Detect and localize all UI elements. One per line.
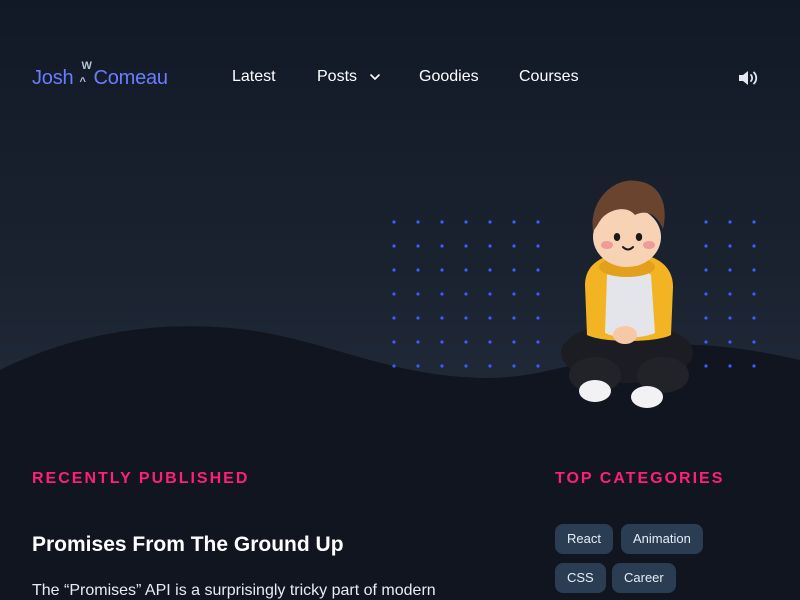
tag-career[interactable]: Career [612,563,676,593]
pattern-dot [536,292,540,296]
pattern-dot [512,340,516,344]
pattern-dot [392,340,396,344]
nav-goodies-label: Goodies [419,68,479,85]
pattern-dot [464,292,468,296]
pattern-dot [416,244,420,248]
pattern-dot [464,340,468,344]
pattern-dot [440,364,444,368]
top-categories-heading: TOP CATEGORIES [555,470,725,487]
pattern-dot [392,244,396,248]
pattern-dot [464,244,468,248]
pattern-dot [440,220,444,224]
pattern-dot [752,364,756,368]
pattern-dot [440,268,444,272]
pattern-dot [392,316,396,320]
pattern-dot [752,316,756,320]
nav-posts[interactable]: Posts [317,68,381,86]
pattern-dot [488,220,492,224]
pattern-dot [464,268,468,272]
pattern-dot [728,292,732,296]
tag-css[interactable]: CSS [555,563,606,593]
pattern-dot [752,340,756,344]
nav-courses[interactable]: Courses [519,68,579,86]
pattern-dot [488,364,492,368]
pattern-dot [488,268,492,272]
pattern-dot [536,268,540,272]
pattern-dot [416,364,420,368]
pattern-dot [416,292,420,296]
pattern-dot [488,340,492,344]
pattern-dot [440,244,444,248]
pattern-dot [536,244,540,248]
pattern-dot [752,292,756,296]
pattern-dot [536,364,540,368]
pattern-dot [728,244,732,248]
pattern-dot [392,364,396,368]
nav-posts-label: Posts [317,68,358,85]
sound-toggle-button[interactable] [736,66,760,90]
pattern-dot [752,268,756,272]
pattern-dot [512,268,516,272]
chevron-down-icon [370,74,380,80]
nav-goodies[interactable]: Goodies [419,68,479,86]
pattern-dot [536,340,540,344]
pattern-dot [512,316,516,320]
post-title-link[interactable]: Promises From The Ground Up [32,533,344,557]
pattern-dot [440,316,444,320]
pattern-dot [488,316,492,320]
post-excerpt: The “Promises” API is a surprisingly tri… [32,582,436,599]
tag-react[interactable]: React [555,524,613,554]
nav-latest-label: Latest [232,68,276,85]
moon-icon [683,70,694,86]
pattern-dot [392,268,396,272]
tag-animation[interactable]: Animation [621,524,703,554]
pattern-dot [536,220,540,224]
pattern-dot [728,316,732,320]
pattern-dot [728,364,732,368]
pattern-dot [440,292,444,296]
pattern-dot [488,244,492,248]
pattern-dot [416,316,420,320]
pattern-dot [752,244,756,248]
avatar-illustration [561,180,693,408]
pattern-dot [416,220,420,224]
recently-published-heading: RECENTLY PUBLISHED [32,470,250,487]
pattern-dot [392,220,396,224]
speaker-icon [739,71,758,85]
pattern-dot [728,340,732,344]
pattern-dot [488,292,492,296]
pattern-dot [752,220,756,224]
site-header: Josh W ^ Comeau Latest Posts Goodies Cou… [0,0,800,156]
nav-latest[interactable]: Latest [232,68,276,86]
pattern-dot [440,340,444,344]
pattern-dot [728,220,732,224]
pattern-dot [512,220,516,224]
pattern-dot [536,316,540,320]
pattern-dot [392,292,396,296]
theme-toggle-button[interactable] [678,66,702,90]
pattern-dot [464,220,468,224]
pattern-dot [464,364,468,368]
pattern-dot [728,268,732,272]
pattern-dot [512,364,516,368]
nav-courses-label: Courses [519,68,579,85]
pattern-dot [416,268,420,272]
pattern-dot [512,244,516,248]
pattern-dot [512,292,516,296]
pattern-dot [416,340,420,344]
pattern-dot [464,316,468,320]
